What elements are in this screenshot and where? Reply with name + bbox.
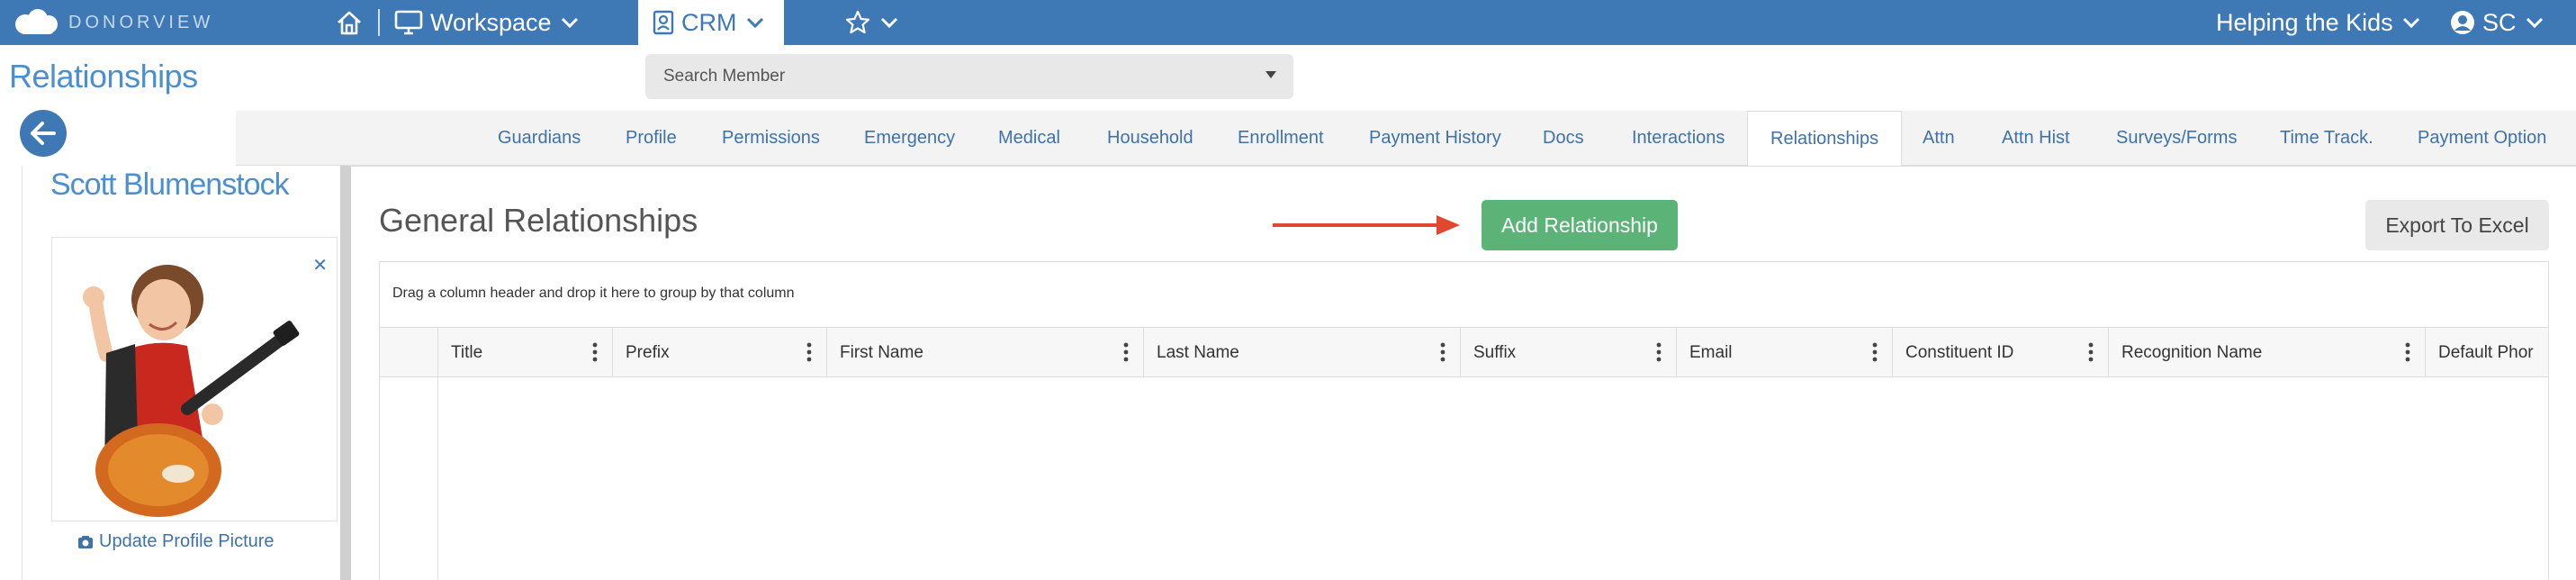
column-header-title[interactable]: Title: [437, 328, 612, 377]
caret-down-icon: [1265, 71, 1276, 78]
kebab-menu-icon[interactable]: [1656, 342, 1662, 362]
tab-docs[interactable]: Docs: [1543, 111, 1584, 166]
workspace-menu[interactable]: Workspace: [394, 0, 581, 45]
kebab-menu-icon[interactable]: [592, 342, 598, 362]
chevron-down-icon: [2526, 17, 2543, 29]
column-header-constituent-id[interactable]: Constituent ID: [1892, 328, 2108, 377]
tab-enrollment[interactable]: Enrollment: [1238, 111, 1324, 166]
top-navbar: DONORVIEW Workspace CRM Helping the Kids…: [0, 0, 2576, 45]
nav-separator: [378, 9, 380, 36]
tab-guardians[interactable]: Guardians: [498, 111, 581, 166]
monitor-icon: [394, 10, 423, 35]
contact-card-icon: [653, 10, 674, 35]
column-header-label: Email: [1689, 342, 1733, 362]
kebab-menu-icon[interactable]: [2405, 342, 2410, 362]
add-relationship-button[interactable]: Add Relationship: [1482, 200, 1678, 250]
tab-emergency[interactable]: Emergency: [864, 111, 955, 166]
sidebar-scrollbar[interactable]: [340, 166, 351, 580]
logo-text: DONORVIEW: [68, 12, 214, 32]
tab-relationships[interactable]: Relationships: [1747, 111, 1903, 167]
kebab-menu-icon[interactable]: [2088, 342, 2094, 362]
column-header-label: Title: [451, 342, 483, 362]
column-header-last-name[interactable]: Last Name: [1143, 328, 1460, 377]
user-menu[interactable]: SC: [2450, 0, 2545, 45]
logo[interactable]: DONORVIEW: [13, 5, 213, 40]
kebab-menu-icon[interactable]: [806, 342, 812, 362]
camera-icon: [78, 535, 93, 548]
column-header-suffix[interactable]: Suffix: [1460, 328, 1676, 377]
tab-surveys-forms[interactable]: Surveys/Forms: [2116, 111, 2237, 166]
column-header-recognition-name[interactable]: Recognition Name: [2108, 328, 2425, 377]
profile-photo-card: ✕: [51, 237, 338, 521]
organization-label: Helping the Kids: [2216, 8, 2393, 36]
crm-label: CRM: [681, 8, 737, 36]
back-arrow-icon: [31, 122, 56, 145]
tab-household[interactable]: Household: [1107, 111, 1193, 166]
search-member-select[interactable]: Search Member: [645, 54, 1293, 99]
tab-permissions[interactable]: Permissions: [722, 111, 820, 166]
kebab-menu-icon[interactable]: [1872, 342, 1878, 362]
page-title: Relationships: [9, 58, 198, 95]
logo-icon: [15, 9, 58, 34]
home-icon[interactable]: [335, 0, 364, 45]
tab-time-track[interactable]: Time Track.: [2280, 111, 2373, 166]
tab-attn-hist[interactable]: Attn Hist: [2002, 111, 2070, 166]
column-header-label: Suffix: [1473, 342, 1517, 362]
relationships-grid: Drag a column header and drop it here to…: [379, 261, 2549, 580]
chevron-down-icon: [2402, 17, 2419, 29]
column-header-prefix[interactable]: Prefix: [612, 328, 826, 377]
grid-header: Title Prefix First Name Last Name Suffix…: [380, 327, 2548, 377]
tab-interactions[interactable]: Interactions: [1632, 111, 1725, 166]
kebab-menu-icon[interactable]: [1440, 342, 1446, 362]
member-name: Scott Blumenstock: [50, 168, 290, 202]
column-header-email[interactable]: Email: [1676, 328, 1892, 377]
user-circle-icon: [2451, 11, 2474, 34]
tab-attn[interactable]: Attn: [1923, 111, 1955, 166]
column-header-label: Default Phor: [2438, 342, 2534, 362]
column-header-label: Prefix: [626, 342, 670, 362]
column-header-label: Recognition Name: [2121, 342, 2263, 362]
section-title: General Relationships: [379, 202, 698, 239]
crm-menu[interactable]: CRM: [638, 0, 784, 45]
profile-photo: [83, 265, 300, 517]
column-header-default-phone[interactable]: Default Phor: [2425, 328, 2548, 377]
column-header-label: First Name: [840, 342, 923, 362]
close-icon[interactable]: ✕: [312, 254, 328, 276]
tab-payment-option[interactable]: Payment Option: [2418, 111, 2546, 166]
kebab-menu-icon[interactable]: [1123, 342, 1129, 362]
star-icon: [845, 10, 870, 34]
user-initials: SC: [2482, 8, 2517, 36]
organization-menu[interactable]: Helping the Kids: [2216, 0, 2422, 45]
update-profile-picture-label: Update Profile Picture: [99, 531, 275, 551]
column-header-label: Constituent ID: [1905, 342, 2014, 362]
update-profile-picture-link[interactable]: Update Profile Picture: [77, 531, 275, 552]
red-arrow: [1273, 215, 1460, 235]
grid-select-column-divider: [437, 377, 438, 580]
tab-bar: Guardians Profile Permissions Emergency …: [236, 111, 2576, 167]
tab-profile[interactable]: Profile: [626, 111, 677, 166]
chevron-down-icon: [880, 17, 898, 29]
column-header-label: Last Name: [1157, 342, 1239, 362]
back-button[interactable]: [20, 110, 67, 157]
column-header-first-name[interactable]: First Name: [826, 328, 1143, 377]
search-placeholder: Search Member: [663, 67, 786, 86]
chevron-down-icon: [561, 17, 578, 29]
group-by-hint[interactable]: Drag a column header and drop it here to…: [392, 285, 795, 302]
chevron-down-icon: [746, 17, 763, 29]
tab-medical[interactable]: Medical: [998, 111, 1060, 166]
favorites-menu[interactable]: [844, 0, 900, 45]
workspace-label: Workspace: [430, 8, 552, 36]
export-to-excel-button[interactable]: Export To Excel: [2365, 200, 2549, 250]
tab-payment-history[interactable]: Payment History: [1369, 111, 1501, 166]
